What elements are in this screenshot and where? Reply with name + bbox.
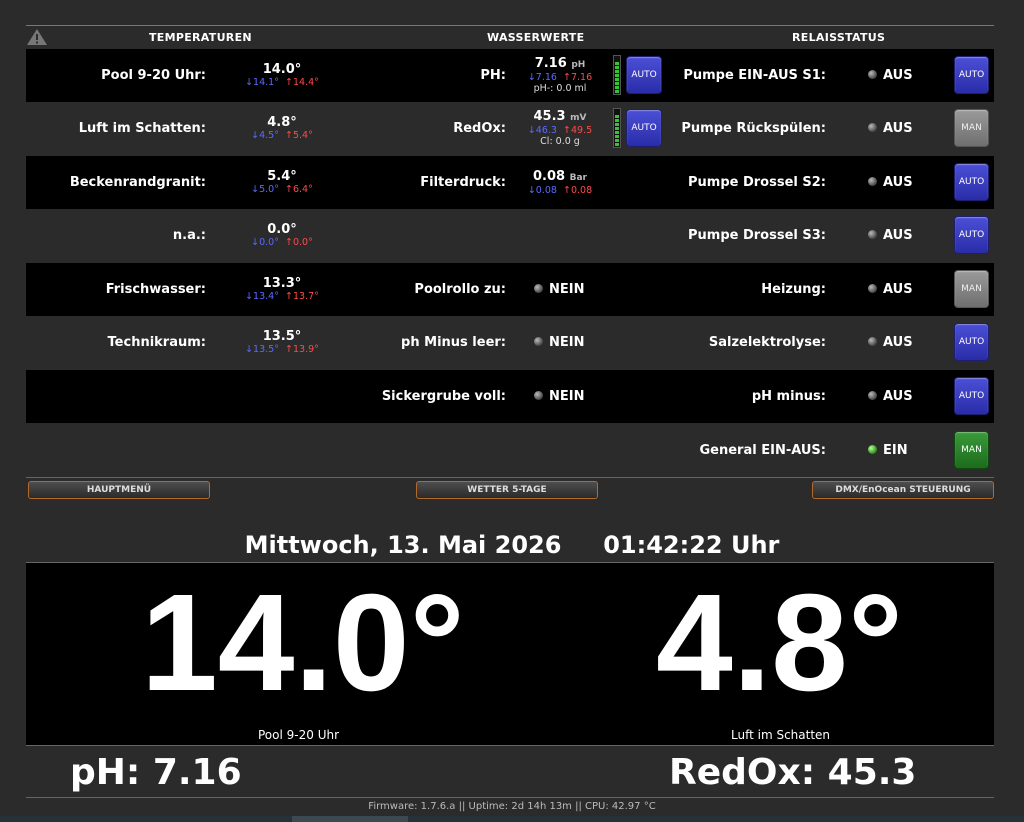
- relay-label: General EIN-AUS:: [699, 443, 827, 458]
- status-led-icon: [868, 230, 877, 239]
- warning-icon[interactable]: [26, 28, 48, 46]
- relay-state: AUS: [868, 68, 913, 83]
- relay-mode-button[interactable]: MAN: [954, 270, 989, 308]
- status-led-icon: [534, 391, 543, 400]
- temp-value: 5.4° ↓5.0° ↑6.4°: [251, 169, 313, 196]
- status-led-icon: [868, 177, 877, 186]
- relay-mode-button[interactable]: AUTO: [954, 163, 989, 201]
- temp-value: 13.5° ↓13.5° ↑13.9°: [245, 329, 319, 356]
- bottom-redox: RedOx: 45.3: [669, 752, 917, 793]
- relay-label: Heizung:: [761, 282, 826, 297]
- status-footer: Firmware: 1.7.6.a || Uptime: 2d 14h 13m …: [368, 801, 656, 812]
- temp-label: Technikraum:: [107, 335, 206, 350]
- ph-label: PH:: [480, 68, 506, 83]
- relay-state: AUS: [868, 175, 913, 190]
- table-row: Frischwasser: 13.3° ↓13.4° ↑13.7° Poolro…: [26, 263, 994, 316]
- status-led-icon: [868, 123, 877, 132]
- big-display: 14.0° Pool 9-20 Uhr 4.8° Luft im Schatte…: [26, 562, 994, 746]
- redox-label: RedOx:: [453, 121, 506, 136]
- poolrollo-state: NEIN: [534, 282, 584, 297]
- relay-label: pH minus:: [751, 389, 826, 404]
- ph-minus-empty-state: NEIN: [534, 335, 584, 350]
- relay-mode-button[interactable]: MAN: [954, 109, 989, 147]
- sickergrube-state: NEIN: [534, 389, 584, 404]
- table-row: General EIN-AUS: EIN MAN: [26, 424, 994, 478]
- redox-value: 45.3 mV ↓46.3 ↑49.5 Cl: 0.0 g: [527, 109, 593, 148]
- sickergrube-label: Sickergrube voll:: [381, 389, 506, 404]
- horizontal-scrollbar[interactable]: [0, 816, 1024, 822]
- current-time: 01:42:22 Uhr: [603, 531, 780, 559]
- temp-label: Beckenrandgranit:: [69, 175, 206, 190]
- status-led-icon: [868, 337, 877, 346]
- relay-state: AUS: [868, 389, 913, 404]
- big-pool-caption: Pool 9-20 Uhr: [258, 728, 340, 742]
- temp-value: 14.0° ↓14.1° ↑14.4°: [245, 62, 319, 89]
- filter-pressure-label: Filterdruck:: [420, 175, 506, 190]
- weather-button[interactable]: WETTER 5-TAGE: [416, 481, 598, 499]
- relay-mode-button[interactable]: AUTO: [954, 56, 989, 94]
- redox-mode-button[interactable]: AUTO: [626, 109, 662, 147]
- relay-label: Salzelektrolyse:: [708, 335, 826, 350]
- header-relay-status: RELAISSTATUS: [792, 31, 886, 44]
- temp-value: 13.3° ↓13.4° ↑13.7°: [245, 276, 319, 303]
- relay-state: AUS: [868, 282, 913, 297]
- big-pool-temperature: 14.0°: [141, 566, 465, 720]
- relay-label: Pumpe Drossel S2:: [688, 175, 826, 190]
- scrollbar-thumb[interactable]: [292, 816, 408, 822]
- ph-minus-empty-label: ph Minus leer:: [401, 335, 506, 350]
- footer-divider: [26, 797, 994, 798]
- status-led-icon: [868, 445, 877, 454]
- date-time: Mittwoch, 13. Mai 2026 01:42:22 Uhr: [0, 531, 1024, 559]
- relay-state: AUS: [868, 228, 913, 243]
- table-row: Luft im Schatten: 4.8° ↓4.5° ↑5.4° RedOx…: [26, 102, 994, 155]
- table-row: Technikraum: 13.5° ↓13.5° ↑13.9° ph Minu…: [26, 316, 994, 369]
- main-menu-button[interactable]: HAUPTMENÜ: [28, 481, 210, 499]
- relay-mode-button[interactable]: MAN: [954, 431, 989, 469]
- relay-state: AUS: [868, 121, 913, 136]
- temp-label: Pool 9-20 Uhr:: [101, 68, 206, 83]
- status-led-icon: [534, 337, 543, 346]
- temp-value: 4.8° ↓4.5° ↑5.4°: [251, 115, 313, 142]
- big-air-caption: Luft im Schatten: [731, 728, 831, 742]
- current-date: Mittwoch, 13. Mai 2026: [244, 531, 562, 559]
- relay-mode-button[interactable]: AUTO: [954, 323, 989, 361]
- table-row: Sickergrube voll: NEIN pH minus: AUS AUT…: [26, 370, 994, 423]
- ph-level-bar: [613, 55, 621, 95]
- relay-mode-button[interactable]: AUTO: [954, 377, 989, 415]
- header-temperatures: TEMPERATUREN: [149, 31, 252, 44]
- relay-state: AUS: [868, 335, 913, 350]
- table-row: n.a.: 0.0° ↓0.0° ↑0.0° Pumpe Drossel S3:…: [26, 209, 994, 262]
- relay-mode-button[interactable]: AUTO: [954, 216, 989, 254]
- ph-value: 7.16 pH ↓7.16 ↑7.16 pH-: 0.0 ml: [527, 56, 593, 95]
- header-water-values: WASSERWERTE: [487, 31, 585, 44]
- poolrollo-label: Poolrollo zu:: [414, 282, 506, 297]
- filter-pressure-value: 0.08 Bar ↓0.08 ↑0.08: [527, 169, 593, 197]
- temp-label: n.a.:: [172, 228, 206, 243]
- temp-label: Luft im Schatten:: [78, 121, 206, 136]
- relay-label: Pumpe Rückspülen:: [681, 121, 826, 136]
- redox-level-bar: [613, 108, 621, 148]
- temp-label: Frischwasser:: [105, 282, 206, 297]
- relay-label: Pumpe EIN-AUS S1:: [683, 68, 826, 83]
- relay-state: EIN: [868, 443, 908, 458]
- table-row: Pool 9-20 Uhr: 14.0° ↓14.1° ↑14.4° PH: 7…: [26, 49, 994, 102]
- temp-value: 0.0° ↓0.0° ↑0.0°: [251, 222, 313, 249]
- table-row: Beckenrandgranit: 5.4° ↓5.0° ↑6.4° Filte…: [26, 156, 994, 209]
- status-led-icon: [868, 284, 877, 293]
- status-led-icon: [868, 70, 877, 79]
- relay-label: Pumpe Drossel S3:: [688, 228, 826, 243]
- table-header: TEMPERATUREN WASSERWERTE RELAISSTATUS: [26, 25, 994, 50]
- bottom-ph: pH: 7.16: [70, 752, 242, 793]
- ph-mode-button[interactable]: AUTO: [626, 56, 662, 94]
- status-led-icon: [868, 391, 877, 400]
- status-led-icon: [534, 284, 543, 293]
- big-air-temperature: 4.8°: [656, 566, 904, 720]
- dmx-control-button[interactable]: DMX/EnOcean STEUERUNG: [812, 481, 994, 499]
